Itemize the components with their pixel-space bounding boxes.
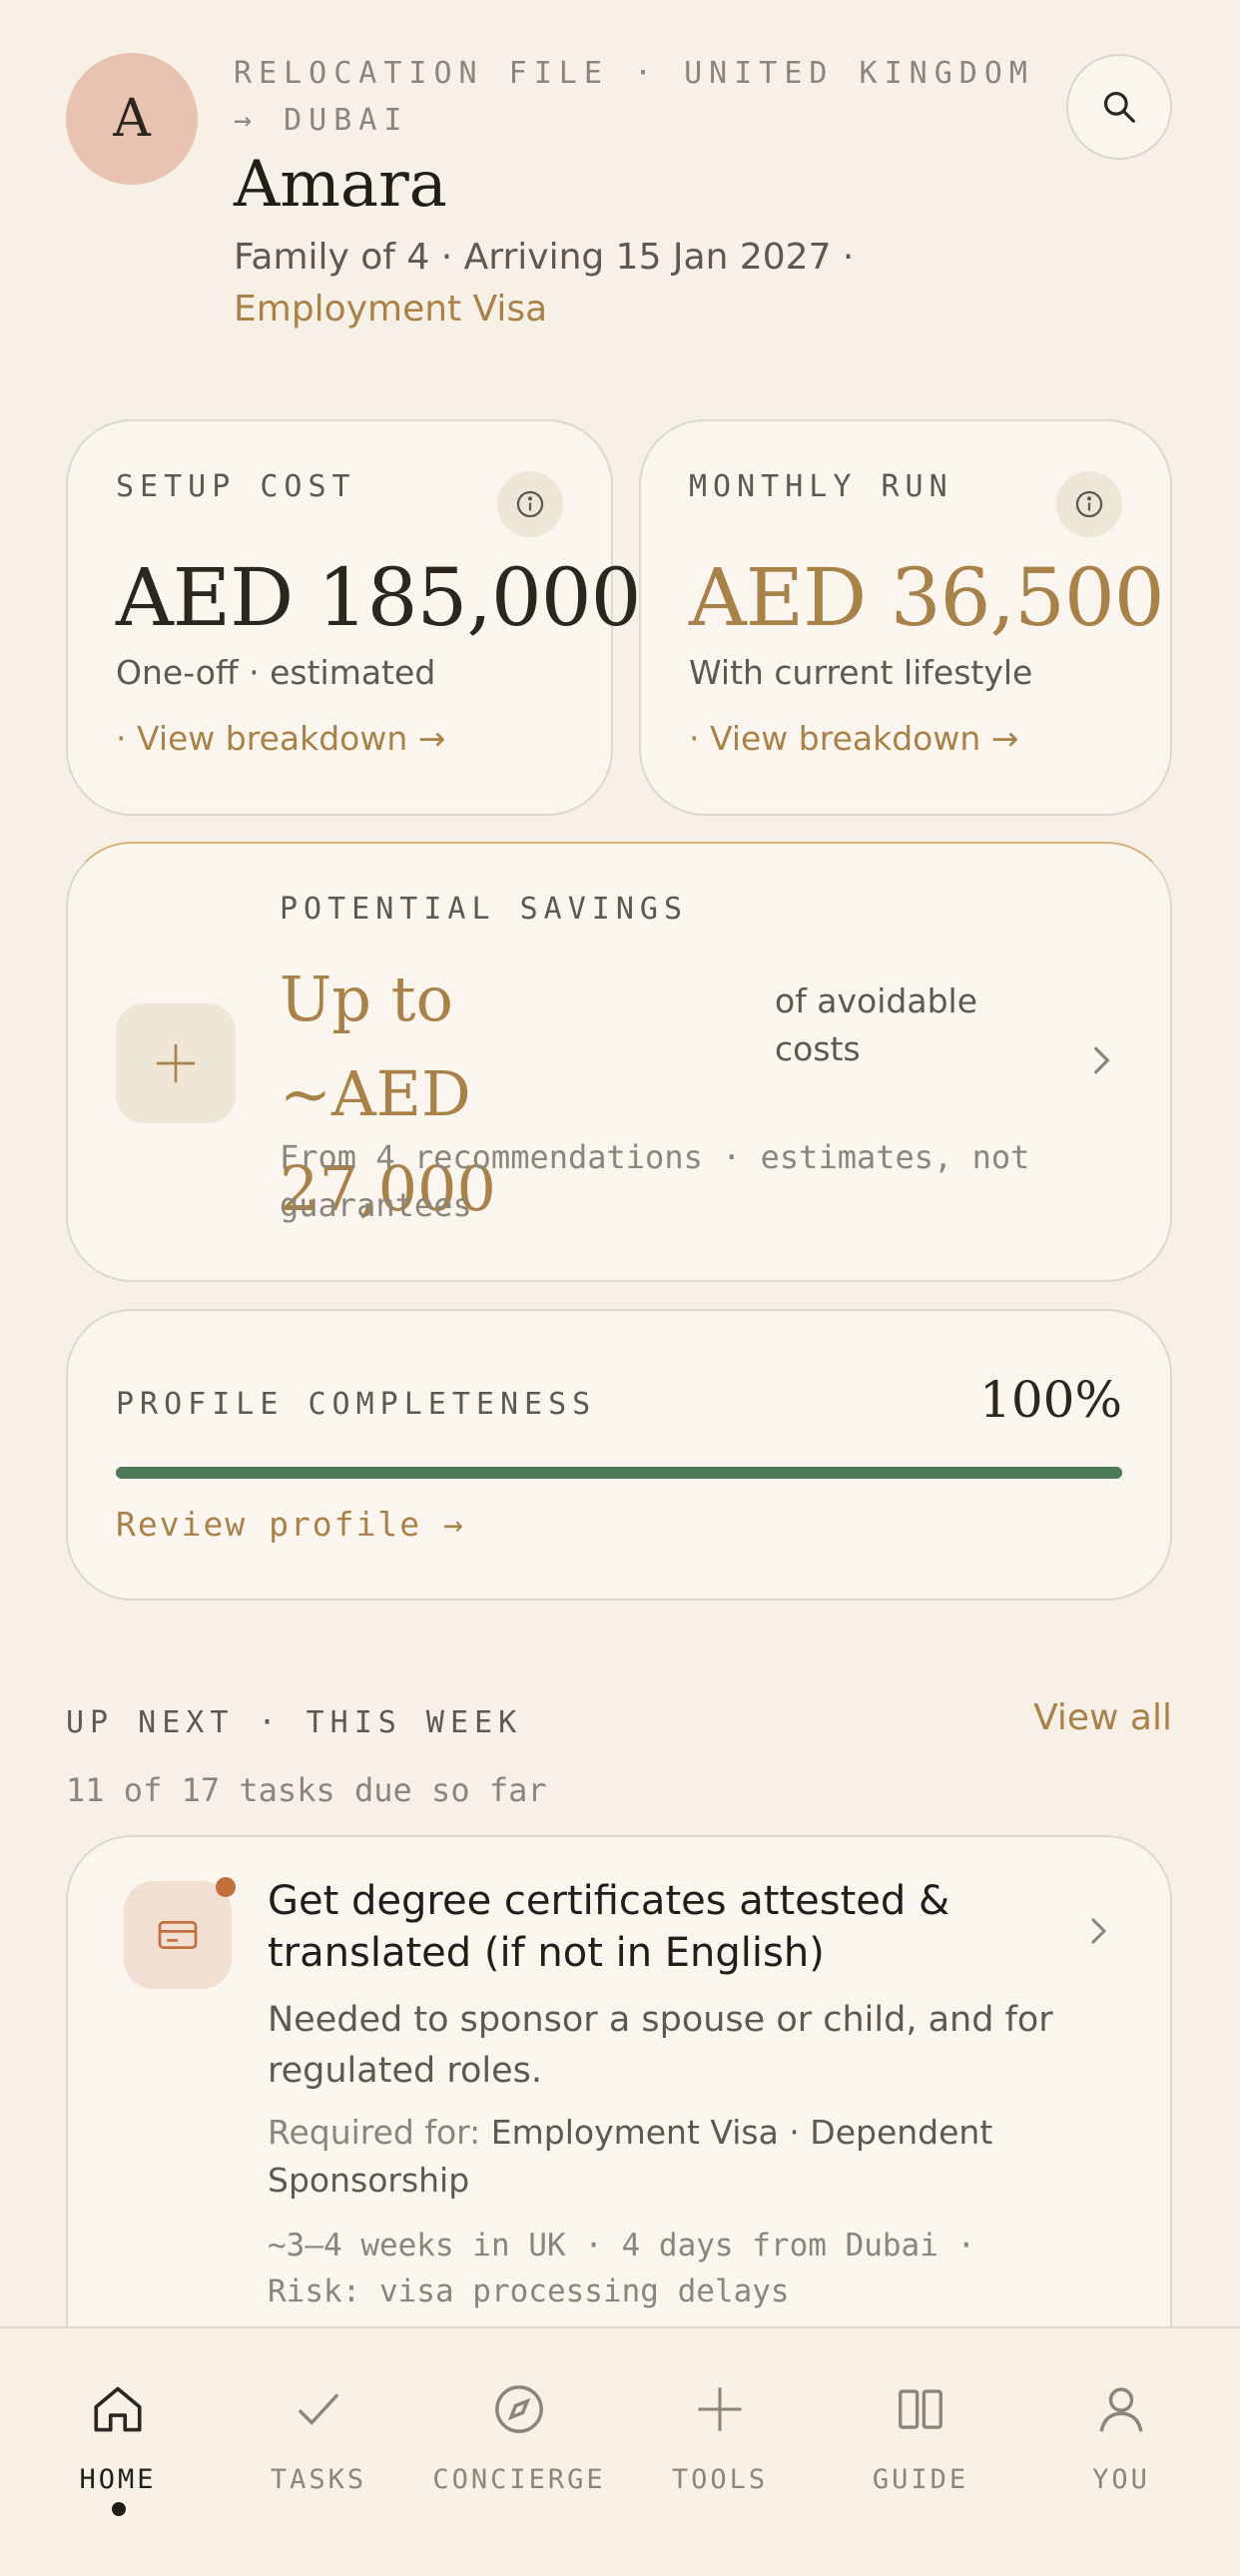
savings-note: From 4 recommendations · estimates, not …	[280, 1138, 1030, 1224]
potential-savings-card[interactable]: POTENTIAL SAVINGS Up to ~AED 27,000 of a…	[66, 842, 1172, 1282]
avatar[interactable]: A	[66, 53, 198, 185]
task-eta: ~3–4 weeks in UK · 4 days from Dubai · R…	[268, 2228, 976, 2309]
chevron-right-icon	[1088, 1043, 1114, 1081]
profile-completeness-value: 100%	[979, 1371, 1122, 1429]
monthly-view-breakdown-link[interactable]: · View breakdown →	[689, 719, 1018, 758]
tab-tools-label: TOOLS	[671, 2464, 769, 2495]
search-icon	[1103, 91, 1135, 123]
up-next-label: UP NEXT · THIS WEEK	[66, 1705, 523, 1740]
home-icon	[89, 2378, 147, 2440]
bottom-nav: HOME TASKS CONCIERGE TOOLS GUIDE YOU	[0, 2326, 1240, 2576]
setup-view-breakdown-link[interactable]: · View breakdown →	[116, 719, 445, 758]
monthly-run-card[interactable]: MONTHLY RUN AED 36,500 With current life…	[639, 419, 1172, 816]
tab-tasks[interactable]: TASKS	[229, 2378, 408, 2495]
subtitle-details: Family of 4 · Arriving 15 Jan 2027 ·	[234, 237, 855, 278]
setup-cost-label: SETUP COST	[116, 469, 356, 504]
required-for-label: Required for:	[268, 2113, 481, 2152]
savings-value-prefix: Up to	[280, 963, 453, 1035]
setup-cost-card[interactable]: SETUP COST AED 185,000 One-off · estimat…	[66, 419, 642, 816]
relocation-file-label: RELOCATION FILE · UNITED KINGDOM → DUBAI	[234, 56, 1034, 138]
tab-concierge[interactable]: CONCIERGE	[429, 2378, 609, 2495]
task-description: Needed to sponsor a spouse or child, and…	[268, 2000, 1053, 2091]
setup-cost-note: One-off · estimated	[116, 653, 436, 692]
tab-concierge-label: CONCIERGE	[432, 2464, 606, 2495]
profile-progress-fill	[116, 1467, 1122, 1479]
sparkle-icon	[116, 1003, 236, 1123]
review-profile-link[interactable]: Review profile →	[116, 1505, 465, 1544]
active-tab-indicator	[112, 2502, 126, 2516]
unread-dot	[216, 1877, 236, 1897]
avatar-initial: A	[113, 89, 151, 149]
monthly-run-label: MONTHLY RUN	[689, 469, 953, 504]
profile-progress-bar	[116, 1467, 1122, 1479]
chevron-right-icon	[1086, 1915, 1110, 1951]
profile-completeness-card: PROFILE COMPLETENESS 100% Review profile…	[66, 1309, 1172, 1601]
tab-tasks-label: TASKS	[270, 2464, 367, 2495]
book-icon	[894, 2378, 947, 2440]
tasks-due-count: 11 of 17 tasks due so far	[66, 1771, 547, 1809]
user-name: Amara	[234, 148, 447, 222]
tab-you[interactable]: YOU	[1031, 2378, 1211, 2495]
setup-cost-value: AED 185,000	[116, 551, 642, 644]
tab-guide[interactable]: GUIDE	[831, 2378, 1010, 2495]
tab-guide-label: GUIDE	[872, 2464, 969, 2495]
tab-home-label: HOME	[79, 2464, 157, 2495]
relocation-subtitle: Family of 4 · Arriving 15 Jan 2027 · Emp…	[234, 232, 952, 335]
info-icon[interactable]	[497, 471, 563, 537]
document-card-icon	[124, 1881, 232, 1989]
visa-type[interactable]: Employment Visa	[234, 289, 547, 329]
monthly-run-note: With current lifestyle	[689, 653, 1033, 692]
compass-icon	[491, 2378, 547, 2440]
view-all-link[interactable]: View all	[1033, 1697, 1172, 1738]
task-required-for: Required for: Employment Visa · Dependen…	[268, 2109, 1086, 2205]
savings-qualifier: of avoidable costs	[775, 981, 977, 1068]
savings-label: POTENTIAL SAVINGS	[280, 892, 689, 927]
tab-home[interactable]: HOME	[28, 2378, 208, 2495]
info-icon[interactable]	[1056, 471, 1122, 537]
check-icon	[292, 2378, 345, 2440]
sparkle-icon	[694, 2378, 746, 2440]
task-card[interactable]: Get degree certificates attested & trans…	[66, 1835, 1172, 2394]
tab-you-label: YOU	[1092, 2464, 1150, 2495]
task-title: Get degree certificates attested & trans…	[268, 1878, 950, 1976]
tab-tools[interactable]: TOOLS	[630, 2378, 810, 2495]
profile-completeness-label: PROFILE COMPLETENESS	[116, 1387, 597, 1422]
person-icon	[1093, 2378, 1149, 2440]
search-button[interactable]	[1066, 54, 1172, 160]
monthly-run-value: AED 36,500	[689, 551, 1165, 644]
